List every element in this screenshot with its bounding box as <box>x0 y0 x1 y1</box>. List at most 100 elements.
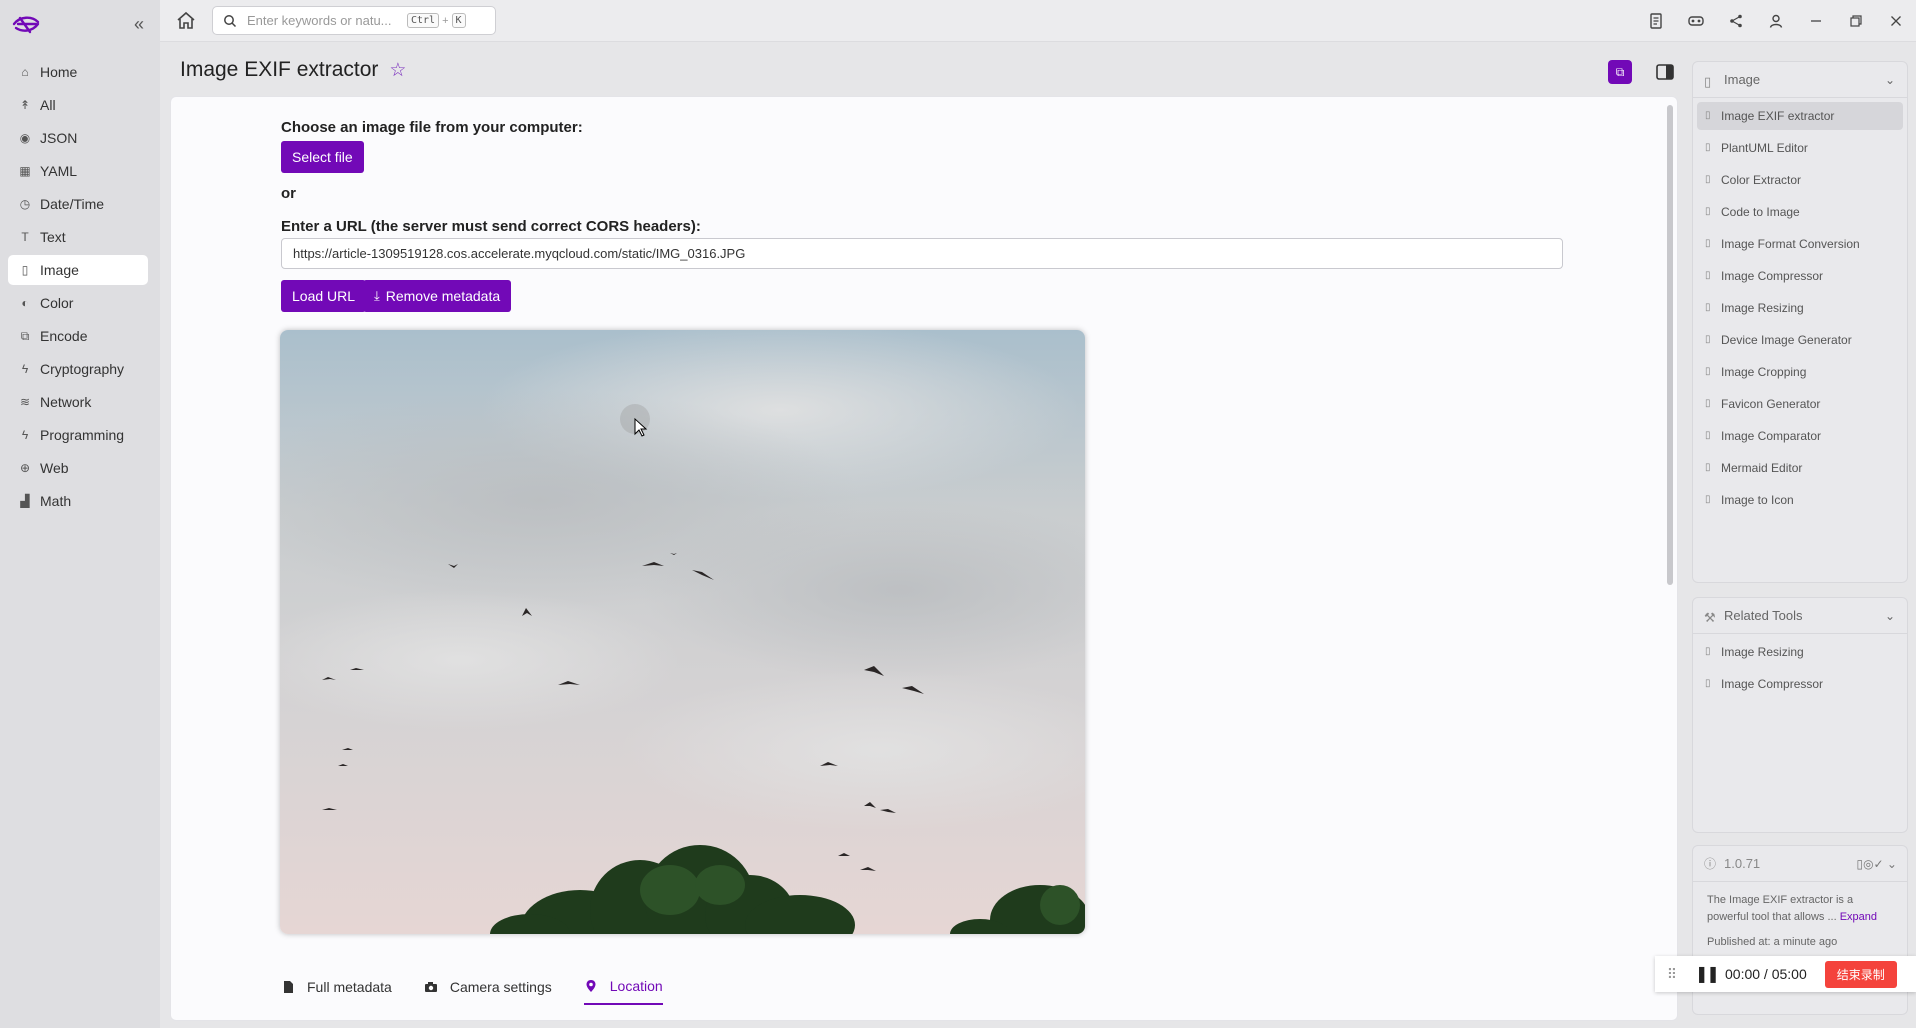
recording-time: 00:00 / 05:00 <box>1725 966 1807 982</box>
sidebar-item-programming[interactable]: ϟ Programming <box>8 420 148 450</box>
file-icon: ▯ <box>1705 462 1711 473</box>
file-icon: ▯ <box>1705 174 1711 185</box>
app-logo-icon[interactable] <box>10 12 42 36</box>
image-preview <box>280 330 1085 934</box>
tool-link[interactable]: ▯ Image Compressor <box>1697 670 1903 698</box>
vr-icon[interactable] <box>1676 0 1716 42</box>
info-actions[interactable]: ▯◎✓ ⌄ <box>1856 857 1897 871</box>
drag-handle-icon[interactable]: ⠿ <box>1661 966 1683 983</box>
version-header: ⓘ 1.0.71 ▯◎✓ ⌄ <box>1693 846 1907 882</box>
home-icon: ⌂ <box>21 65 29 79</box>
chevron-down-icon[interactable]: ⌄ <box>1885 609 1895 623</box>
tab-full-metadata[interactable]: Full metadata <box>281 969 392 1005</box>
tool-link[interactable]: ▯ Image Resizing <box>1697 638 1903 666</box>
file-icon <box>284 981 293 993</box>
sidebar-item-color[interactable]: ◐ Color <box>8 288 148 318</box>
home-icon[interactable] <box>174 9 198 33</box>
load-url-button[interactable]: Load URL <box>281 280 367 312</box>
tab-location[interactable]: Location <box>583 969 663 1005</box>
category-section: ▯ Image ⌄ ▯ Image EXIF extractor ▯ PlantUML… <box>1692 61 1908 583</box>
tool-link[interactable]: ▯ Image Format Conversion <box>1697 230 1903 258</box>
tab-camera-settings[interactable]: Camera settings <box>424 969 552 1005</box>
tool-link-label: Image Compressor <box>1721 269 1824 283</box>
tool-link[interactable]: ▯ Image Comparator <box>1697 422 1903 450</box>
sidebar-item-all[interactable]: ↟ All <box>8 90 148 120</box>
tool-link[interactable]: ▯ Image Compressor <box>1697 262 1903 290</box>
tool-link[interactable]: ▯ PlantUML Editor <box>1697 134 1903 162</box>
tool-link-label: Image Comparator <box>1721 429 1822 443</box>
category-title: Image <box>1724 72 1761 87</box>
url-input[interactable] <box>281 238 1563 269</box>
tool-link[interactable]: ▯ Color Extractor <box>1697 166 1903 194</box>
tool-link[interactable]: ▯ Mermaid Editor <box>1697 454 1903 482</box>
expand-link[interactable]: Expand <box>1840 911 1877 923</box>
sidebar-item-text[interactable]: T Text <box>8 222 148 252</box>
file-icon: ▯ <box>1705 302 1711 313</box>
tool-link[interactable]: ▯ Device Image Generator <box>1697 326 1903 354</box>
sidebar-item-encode[interactable]: ⧉ Encode <box>8 321 148 351</box>
tool-link[interactable]: ▯ Image to Icon <box>1697 486 1903 514</box>
share-icon[interactable] <box>1716 0 1756 42</box>
camera-icon <box>424 982 437 992</box>
sidebar-item-label: Encode <box>40 328 88 344</box>
sidebar-item-label: All <box>40 97 56 113</box>
file-icon: ▯ <box>1704 73 1712 89</box>
related-tools-section: ⚒ Related Tools ⌄ ▯ Image Resizing ▯ Image … <box>1692 597 1908 833</box>
page-title: Image EXIF extractor ☆ <box>180 58 406 82</box>
tool-link[interactable]: ▯ Image Resizing <box>1697 294 1903 322</box>
sidebar-item-label: Home <box>40 64 78 80</box>
restore-icon[interactable] <box>1836 0 1876 42</box>
document-icon[interactable] <box>1636 0 1676 42</box>
tool-link-label: Device Image Generator <box>1721 333 1852 347</box>
sidebar-item-math[interactable]: ▟ Math <box>8 486 148 516</box>
tool-link-label: Mermaid Editor <box>1721 461 1803 475</box>
sidebar-item-label: Image <box>40 262 79 278</box>
tool-link[interactable]: ▯ Favicon Generator <box>1697 390 1903 418</box>
copy-icon[interactable]: ⧉ <box>1608 60 1632 84</box>
sidebar-item-network[interactable]: ≋ Network <box>8 387 148 417</box>
sidebar-item-cryptography[interactable]: ϟ Cryptography <box>8 354 148 384</box>
wrench-icon: ⚒ <box>1704 609 1716 625</box>
tool-description: The Image EXIF extractor is a powerful t… <box>1693 882 1907 936</box>
sidebar-item-image[interactable]: ▯ Image <box>8 255 148 285</box>
sidebar-item-date-time[interactable]: ◷ Date/Time <box>8 189 148 219</box>
tool-link-label: Image Format Conversion <box>1721 237 1860 251</box>
toggle-panel-icon[interactable] <box>1654 61 1676 83</box>
close-icon[interactable] <box>1876 0 1916 42</box>
json-icon: ◉ <box>19 131 31 145</box>
content-scrollbar[interactable] <box>1667 105 1673 585</box>
related-tools-header[interactable]: ⚒ Related Tools ⌄ <box>1693 598 1907 634</box>
palette-icon: ◐ <box>21 296 29 310</box>
file-icon: ▯ <box>1705 494 1711 505</box>
tab-camera-settings-label: Camera settings <box>449 979 552 995</box>
sidebar-item-home[interactable]: ⌂ Home <box>8 57 148 87</box>
tool-link[interactable]: ▯ Code to Image <box>1697 198 1903 226</box>
sidebar-item-web[interactable]: ⊕ Web <box>8 453 148 483</box>
pause-icon[interactable]: ❚❚ <box>1695 964 1720 984</box>
tool-link[interactable]: ▯ Image Cropping <box>1697 358 1903 386</box>
sidebar-item-label: JSON <box>40 130 78 146</box>
window-controls <box>1636 0 1916 42</box>
favorite-star-icon[interactable]: ☆ <box>389 59 406 82</box>
file-icon: ▯ <box>1705 398 1711 409</box>
select-file-button[interactable]: Select file <box>281 141 364 173</box>
category-header[interactable]: ▯ Image ⌄ <box>1693 62 1907 98</box>
sidebar-item-label: Programming <box>40 427 125 443</box>
search-input[interactable]: Enter keywords or natu... Ctrl + K <box>212 6 496 35</box>
user-icon[interactable] <box>1756 0 1796 42</box>
related-tools-title: Related Tools <box>1724 608 1803 623</box>
file-icon: ▯ <box>1705 366 1711 377</box>
tool-link[interactable]: ▯ Image EXIF extractor <box>1697 102 1903 130</box>
sidebar-item-yaml[interactable]: ▦ YAML <box>8 156 148 186</box>
tab-full-metadata-label: Full metadata <box>307 979 392 995</box>
remove-metadata-button[interactable]: ⤓ Remove metadata <box>363 280 512 312</box>
stop-recording-button[interactable]: 结束录制 <box>1824 960 1897 988</box>
sidebar-item-json[interactable]: ◉ JSON <box>8 123 148 153</box>
tab-location-label: Location <box>609 978 663 994</box>
tool-link-label: Image Resizing <box>1721 645 1804 659</box>
chevron-down-icon[interactable]: ⌄ <box>1885 73 1895 87</box>
tool-link-label: Color Extractor <box>1721 173 1802 187</box>
sidebar-item-label: Cryptography <box>40 361 125 377</box>
minimize-icon[interactable] <box>1796 0 1836 42</box>
collapse-sidebar-icon[interactable]: « <box>128 13 150 35</box>
